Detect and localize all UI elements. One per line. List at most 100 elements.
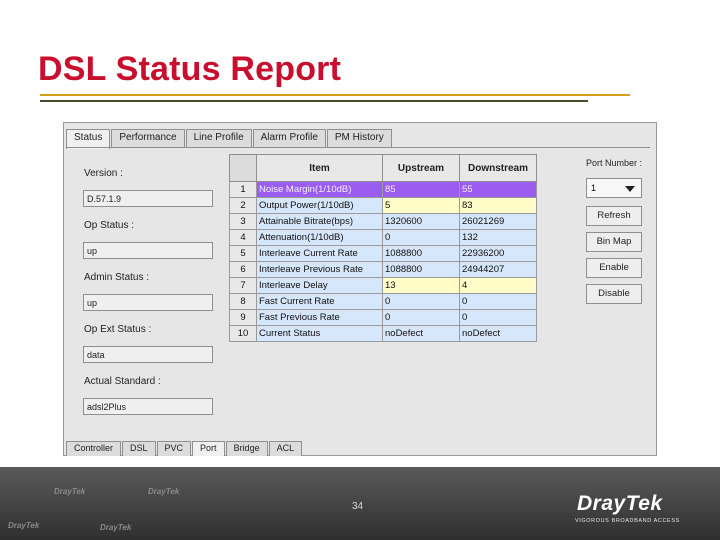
item-cell: Fast Current Rate xyxy=(256,293,383,310)
downstream-cell: 83 xyxy=(459,197,537,214)
brand-tagline: VIGOROUS BROADBAND ACCESS xyxy=(575,518,680,524)
tab-pvc[interactable]: PVC xyxy=(156,441,192,456)
table-row[interactable]: 6 Interleave Previous Rate 1088800 24944… xyxy=(229,261,537,278)
tab-status[interactable]: Status xyxy=(66,129,111,149)
downstream-cell: 26021269 xyxy=(459,213,537,230)
draytek-logo: DrayTek xyxy=(577,492,663,515)
item-cell: Attenuation(1/10dB) xyxy=(256,229,383,246)
title-underline-gold xyxy=(40,94,630,96)
port-number-label: Port Number : xyxy=(586,158,643,168)
item-cell: Current Status xyxy=(256,325,383,342)
table-row[interactable]: 1 Noise Margin(1/10dB) 85 55 xyxy=(229,181,537,198)
watermark-logo: DrayTek xyxy=(8,521,40,530)
row-number: 1 xyxy=(229,181,257,198)
row-number: 6 xyxy=(229,261,257,278)
disable-button[interactable]: Disable xyxy=(586,284,642,304)
upstream-cell: 0 xyxy=(382,309,460,326)
item-cell: Interleave Previous Rate xyxy=(256,261,383,278)
top-tab-bar: Status Performance Line Profile Alarm Pr… xyxy=(66,129,393,149)
table-row[interactable]: 10 Current Status noDefect noDefect xyxy=(229,325,537,342)
status-panel: Version : D.57.1.9 Op Status : up Admin … xyxy=(66,147,650,450)
table-row[interactable]: 8 Fast Current Rate 0 0 xyxy=(229,293,537,310)
downstream-cell: 0 xyxy=(459,293,537,310)
op-status-field[interactable]: up xyxy=(83,242,213,259)
downstream-cell: noDefect xyxy=(459,325,537,342)
upstream-cell: 1320600 xyxy=(382,213,460,230)
downstream-cell: 0 xyxy=(459,309,537,326)
upstream-cell: 13 xyxy=(382,277,460,294)
watermark-logo: DrayTek xyxy=(54,487,86,496)
enable-button[interactable]: Enable xyxy=(586,258,642,278)
downstream-cell: 24944207 xyxy=(459,261,537,278)
row-number: 9 xyxy=(229,309,257,326)
downstream-column-header[interactable]: Downstream xyxy=(459,154,537,182)
port-number-select[interactable]: 1 xyxy=(586,178,642,198)
row-number: 10 xyxy=(229,325,257,342)
page-number: 34 xyxy=(352,501,364,512)
port-number-value: 1 xyxy=(591,183,597,193)
downstream-cell: 22936200 xyxy=(459,245,537,262)
upstream-cell: 1088800 xyxy=(382,261,460,278)
item-cell: Fast Previous Rate xyxy=(256,309,383,326)
tab-acl[interactable]: ACL xyxy=(268,441,303,456)
row-number: 4 xyxy=(229,229,257,246)
title-underline-dark xyxy=(40,100,588,102)
dsl-status-table: Item Upstream Downstream 1 Noise Margin(… xyxy=(229,154,537,342)
item-column-header[interactable]: Item xyxy=(256,154,383,182)
tab-performance[interactable]: Performance xyxy=(111,129,185,148)
item-cell: Interleave Current Rate xyxy=(256,245,383,262)
upstream-cell: 85 xyxy=(382,181,460,198)
tab-pm-history[interactable]: PM History xyxy=(326,129,392,148)
upstream-cell: 0 xyxy=(382,229,460,246)
item-cell: Output Power(1/10dB) xyxy=(256,197,383,214)
op-status-label: Op Status : xyxy=(84,220,135,231)
downstream-cell: 55 xyxy=(459,181,537,198)
row-number: 3 xyxy=(229,213,257,230)
refresh-button[interactable]: Refresh xyxy=(586,206,642,226)
slide-title: DSL Status Report xyxy=(38,50,342,88)
tab-controller[interactable]: Controller xyxy=(66,441,122,456)
row-number: 2 xyxy=(229,197,257,214)
upstream-cell: 0 xyxy=(382,293,460,310)
op-ext-status-field[interactable]: data xyxy=(83,346,213,363)
actual-standard-label: Actual Standard : xyxy=(84,376,161,387)
upstream-cell: noDefect xyxy=(382,325,460,342)
downstream-cell: 132 xyxy=(459,229,537,246)
tab-alarm-profile[interactable]: Alarm Profile xyxy=(252,129,326,148)
actual-standard-field[interactable]: adsl2Plus xyxy=(83,398,213,415)
bin-map-button[interactable]: Bin Map xyxy=(586,232,642,252)
item-cell: Noise Margin(1/10dB) xyxy=(256,181,383,198)
tab-port[interactable]: Port xyxy=(192,441,225,456)
tab-dsl[interactable]: DSL xyxy=(122,441,156,456)
admin-status-field[interactable]: up xyxy=(83,294,213,311)
table-row[interactable]: 3 Attainable Bitrate(bps) 1320600 260212… xyxy=(229,213,537,230)
table-row[interactable]: 4 Attenuation(1/10dB) 0 132 xyxy=(229,229,537,246)
table-row[interactable]: 5 Interleave Current Rate 1088800 229362… xyxy=(229,245,537,262)
item-cell: Interleave Delay xyxy=(256,277,383,294)
watermark-logo: DrayTek xyxy=(148,487,180,496)
table-row[interactable]: 2 Output Power(1/10dB) 5 83 xyxy=(229,197,537,214)
table-row[interactable]: 9 Fast Previous Rate 0 0 xyxy=(229,309,537,326)
upstream-cell: 1088800 xyxy=(382,245,460,262)
tab-line-profile[interactable]: Line Profile xyxy=(185,129,252,148)
version-field[interactable]: D.57.1.9 xyxy=(83,190,213,207)
upstream-column-header[interactable]: Upstream xyxy=(382,154,460,182)
row-number: 8 xyxy=(229,293,257,310)
dsl-status-window: Status Performance Line Profile Alarm Pr… xyxy=(63,122,657,456)
row-number: 5 xyxy=(229,245,257,262)
item-cell: Attainable Bitrate(bps) xyxy=(256,213,383,230)
table-row[interactable]: 7 Interleave Delay 13 4 xyxy=(229,277,537,294)
row-number-header xyxy=(229,154,257,182)
tab-bridge[interactable]: Bridge xyxy=(225,441,268,456)
table-header-row: Item Upstream Downstream xyxy=(229,154,537,182)
watermark-logo: DrayTek xyxy=(100,523,132,532)
slide-footer: DrayTek DrayTek DrayTek DrayTek 34 DrayT… xyxy=(0,467,720,540)
dropdown-arrow-icon[interactable] xyxy=(625,186,635,192)
op-ext-status-label: Op Ext Status : xyxy=(84,324,152,335)
admin-status-label: Admin Status : xyxy=(84,272,150,283)
version-label: Version : xyxy=(84,168,123,179)
downstream-cell: 4 xyxy=(459,277,537,294)
bottom-tab-bar: Controller DSL PVC Port Bridge ACL xyxy=(66,441,303,456)
row-number: 7 xyxy=(229,277,257,294)
upstream-cell: 5 xyxy=(382,197,460,214)
